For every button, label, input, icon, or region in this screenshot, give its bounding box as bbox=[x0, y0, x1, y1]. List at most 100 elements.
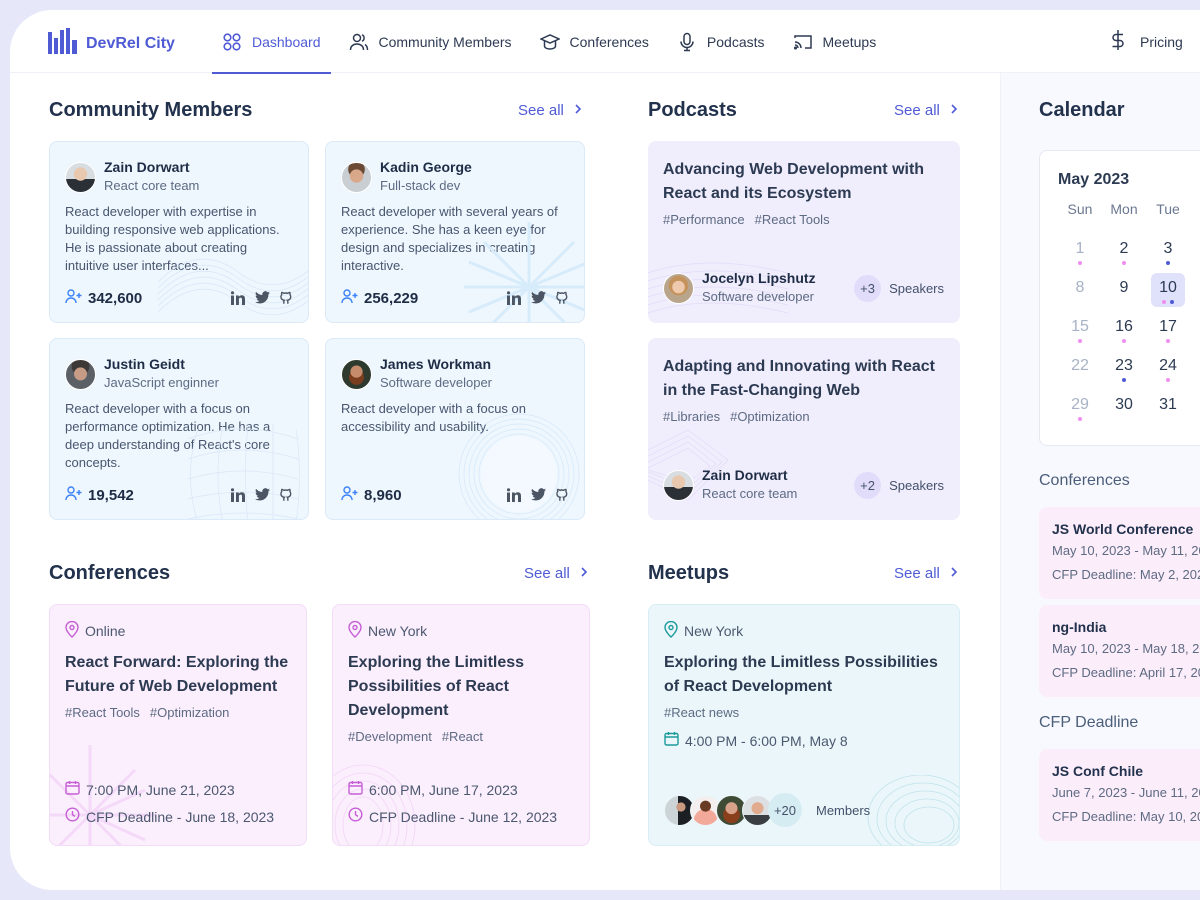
avatar bbox=[663, 272, 694, 304]
brand-logo[interactable]: DevRel City bbox=[48, 28, 175, 59]
calendar-day-clipped bbox=[1190, 352, 1200, 391]
weekday-label: W bbox=[1190, 199, 1200, 235]
github-icon[interactable] bbox=[555, 291, 570, 306]
tag[interactable]: #React Tools bbox=[755, 212, 830, 227]
tag-list: #Libraries #Optimization bbox=[663, 409, 945, 424]
meetup-title: Exploring the Limitless Possibilities of… bbox=[664, 654, 938, 695]
tag[interactable]: #Optimization bbox=[150, 705, 229, 720]
calendar-day[interactable]: 9 bbox=[1102, 274, 1146, 313]
podcast-title: Advancing Web Development with React and… bbox=[663, 161, 925, 202]
linkedin-icon[interactable] bbox=[507, 488, 522, 503]
host-name: Jocelyn Lipshutz bbox=[702, 270, 816, 286]
event-dot-pink bbox=[1078, 417, 1082, 421]
users-icon bbox=[349, 32, 369, 52]
day-number: 31 bbox=[1159, 396, 1177, 413]
member-card[interactable]: Kadin George Full-stack dev React develo… bbox=[325, 141, 585, 323]
tag-list: #Development #React bbox=[348, 729, 574, 744]
grid-icon bbox=[222, 32, 242, 52]
calendar-day[interactable]: 30 bbox=[1102, 391, 1146, 430]
calendar-widget: May 2023 Sun Mon Tue W 12389101516172223… bbox=[1039, 150, 1200, 446]
tag[interactable]: #Optimization bbox=[730, 409, 809, 424]
speakers-label: Speakers bbox=[889, 280, 944, 296]
tag[interactable]: #React news bbox=[664, 705, 739, 720]
member-card[interactable]: James Workman Software developer React d… bbox=[325, 338, 585, 520]
member-card[interactable]: Zain Dorwart React core team React devel… bbox=[49, 141, 309, 323]
nav-label: Meetups bbox=[822, 33, 877, 50]
nav-pricing[interactable]: Pricing bbox=[1110, 10, 1183, 73]
podcasts-see-all-link[interactable]: See all bbox=[894, 102, 958, 119]
conference-cfp: CFP Deadline: May 10, 2023 bbox=[1052, 809, 1200, 824]
github-icon[interactable] bbox=[279, 488, 294, 503]
speakers-label: Speakers bbox=[889, 477, 944, 493]
github-icon[interactable] bbox=[555, 488, 570, 503]
side-cfp-card[interactable]: JS Conf Chile June 7, 2023 - June 11, 20… bbox=[1039, 749, 1200, 841]
tag[interactable]: #Performance bbox=[663, 212, 745, 227]
linkedin-icon[interactable] bbox=[231, 488, 246, 503]
side-conference-card[interactable]: JS World Conference May 10, 2023 - May 1… bbox=[1039, 507, 1200, 599]
nav-conferences[interactable]: Conferences bbox=[530, 10, 659, 73]
event-dots bbox=[1102, 261, 1146, 265]
conference-card[interactable]: New York Exploring the Limitless Possibi… bbox=[332, 604, 590, 846]
linkedin-icon[interactable] bbox=[507, 291, 522, 306]
day-number: 1 bbox=[1075, 240, 1085, 257]
tag[interactable]: #Development bbox=[348, 729, 432, 744]
side-conference-card[interactable]: ng-India May 10, 2023 - May 18, 2023 CFP… bbox=[1039, 605, 1200, 697]
calendar-day[interactable]: 3 bbox=[1146, 235, 1190, 274]
nav-community-members[interactable]: Community Members bbox=[339, 10, 522, 73]
avatar bbox=[341, 358, 372, 390]
nav-meetups[interactable]: Meetups bbox=[783, 10, 887, 73]
calendar-icon bbox=[664, 728, 679, 755]
speakers-count[interactable]: +3 Speakers bbox=[854, 274, 944, 302]
calendar-day[interactable]: 17 bbox=[1146, 313, 1190, 352]
tag[interactable]: #Libraries bbox=[663, 409, 720, 424]
speakers-count[interactable]: +2 Speakers bbox=[854, 471, 944, 499]
calendar-day[interactable]: 2 bbox=[1102, 235, 1146, 274]
calendar-day[interactable]: 8 bbox=[1058, 274, 1102, 313]
github-icon[interactable] bbox=[279, 291, 294, 306]
conference-card[interactable]: Online React Forward: Exploring the Futu… bbox=[49, 604, 307, 846]
conferences-see-all-link[interactable]: See all bbox=[524, 565, 588, 582]
calendar-day-clipped bbox=[1190, 274, 1200, 313]
tag[interactable]: #React bbox=[442, 729, 483, 744]
nav-podcasts[interactable]: Podcasts bbox=[667, 10, 775, 73]
twitter-icon[interactable] bbox=[255, 291, 270, 306]
twitter-icon[interactable] bbox=[531, 291, 546, 306]
right-sidebar: Calendar May 2023 Sun Mon Tue W 12389101… bbox=[1000, 73, 1200, 890]
twitter-icon[interactable] bbox=[255, 488, 270, 503]
follower-count: 19,542 bbox=[88, 487, 134, 504]
event-dot-pink bbox=[1122, 339, 1126, 343]
twitter-icon[interactable] bbox=[531, 488, 546, 503]
location-label: New York bbox=[684, 623, 744, 639]
location-pin-icon bbox=[348, 620, 362, 641]
calendar-day[interactable]: 31 bbox=[1146, 391, 1190, 430]
calendar-day[interactable]: 16 bbox=[1102, 313, 1146, 352]
linkedin-icon[interactable] bbox=[231, 291, 246, 306]
event-dot-pink bbox=[1166, 378, 1170, 382]
calendar-day[interactable]: 24 bbox=[1146, 352, 1190, 391]
member-role: Software developer bbox=[380, 375, 493, 390]
calendar-day[interactable]: 10 bbox=[1146, 273, 1190, 313]
calendar-day[interactable]: 15 bbox=[1058, 313, 1102, 352]
calendar-icon bbox=[348, 777, 363, 804]
conference-dates: May 10, 2023 - May 18, 2023 bbox=[1052, 641, 1200, 656]
meetup-card[interactable]: New York Exploring the Limitless Possibi… bbox=[648, 604, 960, 846]
nav-dashboard[interactable]: Dashboard bbox=[212, 10, 331, 74]
community-see-all-link[interactable]: See all bbox=[518, 102, 582, 119]
podcast-card[interactable]: Advancing Web Development with React and… bbox=[648, 141, 960, 323]
member-avatars[interactable]: +20 Members bbox=[664, 793, 870, 827]
calendar-day[interactable]: 23 bbox=[1102, 352, 1146, 391]
user-plus-icon bbox=[65, 289, 82, 308]
member-card[interactable]: Justin Geidt JavaScript enginner React d… bbox=[49, 338, 309, 520]
calendar-month: May 2023 bbox=[1058, 171, 1130, 188]
event-dots bbox=[1058, 261, 1102, 265]
calendar-day[interactable]: 29 bbox=[1058, 391, 1102, 430]
meetups-see-all-link[interactable]: See all bbox=[894, 565, 958, 582]
tag[interactable]: #React Tools bbox=[65, 705, 140, 720]
avatar bbox=[341, 161, 372, 193]
conference-datetime: 6:00 PM, June 17, 2023 bbox=[369, 782, 518, 798]
podcast-card[interactable]: Adapting and Innovating with React in th… bbox=[648, 338, 960, 520]
calendar-day[interactable]: 1 bbox=[1058, 235, 1102, 274]
calendar-day[interactable]: 22 bbox=[1058, 352, 1102, 391]
event-dots bbox=[1146, 339, 1190, 343]
dollar-icon bbox=[1110, 29, 1126, 54]
